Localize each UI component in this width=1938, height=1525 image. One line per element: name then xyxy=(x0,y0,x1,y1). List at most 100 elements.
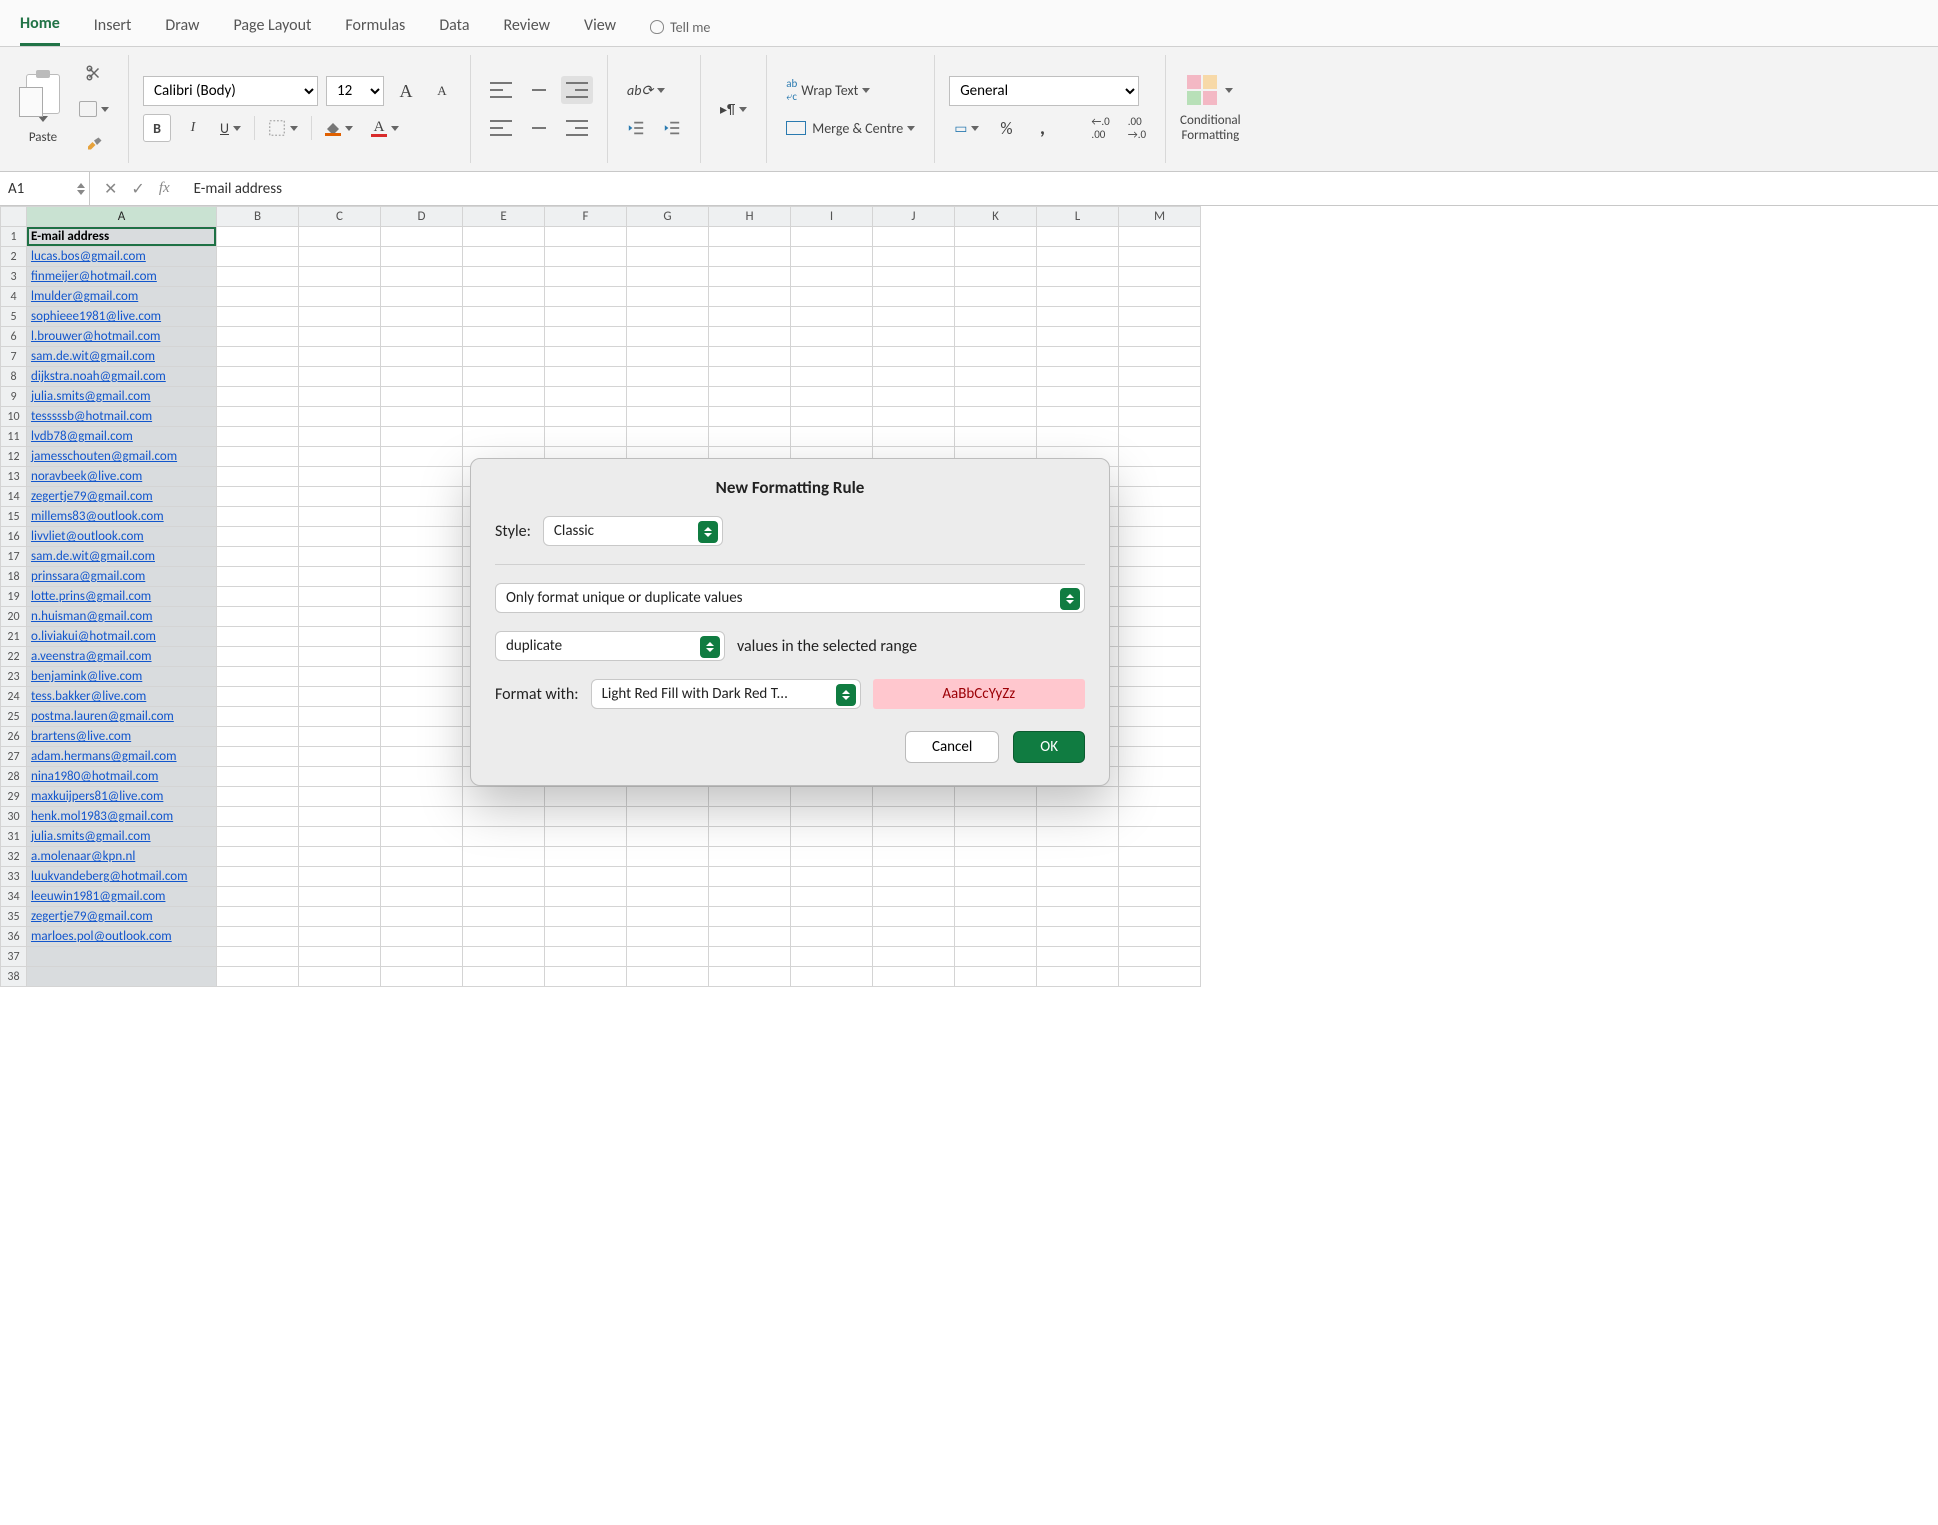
cell[interactable]: postma.lauren@gmail.com xyxy=(27,707,217,727)
cell[interactable]: tesssssb@hotmail.com xyxy=(27,407,217,427)
cell[interactable] xyxy=(217,287,299,307)
cell[interactable] xyxy=(217,447,299,467)
cell[interactable] xyxy=(299,547,381,567)
increase-indent-button[interactable] xyxy=(658,114,686,142)
cell[interactable]: a.veenstra@gmail.com xyxy=(27,647,217,667)
cell[interactable] xyxy=(1119,267,1201,287)
cell[interactable] xyxy=(627,387,709,407)
cell[interactable] xyxy=(709,947,791,967)
cell[interactable] xyxy=(381,807,463,827)
align-center-button[interactable] xyxy=(523,114,555,142)
cell[interactable] xyxy=(791,347,873,367)
cell[interactable] xyxy=(463,367,545,387)
cell[interactable] xyxy=(791,967,873,987)
cell[interactable] xyxy=(709,827,791,847)
cell[interactable] xyxy=(381,787,463,807)
cell[interactable] xyxy=(217,527,299,547)
email-link[interactable]: tesssssb@hotmail.com xyxy=(31,409,152,424)
fill-color-button[interactable] xyxy=(320,114,358,142)
cell[interactable] xyxy=(955,927,1037,947)
cell[interactable] xyxy=(545,867,627,887)
column-header-F[interactable]: F xyxy=(545,207,627,227)
cell[interactable]: julia.smits@gmail.com xyxy=(27,827,217,847)
cell[interactable] xyxy=(873,927,955,947)
cell[interactable] xyxy=(791,427,873,447)
cell[interactable] xyxy=(217,327,299,347)
format-with-select[interactable]: Light Red Fill with Dark Red T... xyxy=(591,679,861,709)
email-link[interactable]: l.brouwer@hotmail.com xyxy=(31,329,160,344)
cell[interactable] xyxy=(299,327,381,347)
row-header[interactable]: 22 xyxy=(1,647,27,667)
row-header[interactable]: 10 xyxy=(1,407,27,427)
cell[interactable] xyxy=(381,827,463,847)
cell[interactable] xyxy=(463,267,545,287)
email-link[interactable]: adam.hermans@gmail.com xyxy=(31,749,177,764)
cell[interactable] xyxy=(627,427,709,447)
cell[interactable]: lmulder@gmail.com xyxy=(27,287,217,307)
cell[interactable] xyxy=(1119,367,1201,387)
tab-page-layout[interactable]: Page Layout xyxy=(233,10,311,45)
email-link[interactable]: zegertje79@gmail.com xyxy=(31,909,153,924)
conditional-formatting-button[interactable]: Conditional Formatting xyxy=(1180,75,1241,143)
tab-draw[interactable]: Draw xyxy=(165,10,199,45)
row-header[interactable]: 13 xyxy=(1,467,27,487)
email-link[interactable]: brartens@live.com xyxy=(31,729,131,744)
namebox-up[interactable] xyxy=(77,183,85,188)
cell[interactable] xyxy=(463,407,545,427)
select-all-corner[interactable] xyxy=(1,207,27,227)
cell[interactable]: tess.bakker@live.com xyxy=(27,687,217,707)
comma-button[interactable]: , xyxy=(1028,114,1056,142)
cell[interactable] xyxy=(955,307,1037,327)
cell[interactable] xyxy=(955,247,1037,267)
cell[interactable] xyxy=(627,887,709,907)
cell[interactable]: zegertje79@gmail.com xyxy=(27,907,217,927)
cell[interactable] xyxy=(1119,407,1201,427)
style-select[interactable]: Classic xyxy=(543,516,723,546)
cell[interactable] xyxy=(1119,647,1201,667)
email-link[interactable]: lmulder@gmail.com xyxy=(31,289,138,304)
cell[interactable] xyxy=(27,947,217,967)
cell[interactable] xyxy=(463,327,545,347)
cell[interactable] xyxy=(709,927,791,947)
cell[interactable] xyxy=(1119,347,1201,367)
cell[interactable] xyxy=(299,267,381,287)
cell[interactable] xyxy=(1119,567,1201,587)
cell[interactable] xyxy=(709,327,791,347)
email-link[interactable]: tess.bakker@live.com xyxy=(31,689,146,704)
cell[interactable] xyxy=(381,367,463,387)
cell[interactable] xyxy=(217,907,299,927)
row-header[interactable]: 29 xyxy=(1,787,27,807)
cell[interactable]: zegertje79@gmail.com xyxy=(27,487,217,507)
column-header-E[interactable]: E xyxy=(463,207,545,227)
cell[interactable] xyxy=(627,907,709,927)
cell[interactable] xyxy=(381,587,463,607)
row-header[interactable]: 15 xyxy=(1,507,27,527)
cell[interactable] xyxy=(791,787,873,807)
cell[interactable] xyxy=(217,847,299,867)
cell[interactable] xyxy=(217,707,299,727)
cell[interactable] xyxy=(627,367,709,387)
cell[interactable] xyxy=(1037,367,1119,387)
cell[interactable] xyxy=(1037,807,1119,827)
cell[interactable] xyxy=(955,387,1037,407)
cell[interactable] xyxy=(873,387,955,407)
cell[interactable] xyxy=(299,447,381,467)
cell[interactable] xyxy=(299,527,381,547)
cell[interactable] xyxy=(955,807,1037,827)
cell[interactable] xyxy=(1119,387,1201,407)
ok-button[interactable]: OK xyxy=(1013,731,1085,763)
cell[interactable] xyxy=(545,267,627,287)
column-header-J[interactable]: J xyxy=(873,207,955,227)
cell[interactable] xyxy=(709,247,791,267)
cell[interactable] xyxy=(381,887,463,907)
cell[interactable] xyxy=(545,967,627,987)
cell[interactable] xyxy=(217,507,299,527)
cell[interactable] xyxy=(545,347,627,367)
cell[interactable] xyxy=(791,247,873,267)
cell[interactable] xyxy=(1119,487,1201,507)
cell[interactable] xyxy=(1037,967,1119,987)
cell[interactable] xyxy=(217,267,299,287)
cell[interactable] xyxy=(545,427,627,447)
row-header[interactable]: 19 xyxy=(1,587,27,607)
cell[interactable] xyxy=(955,367,1037,387)
